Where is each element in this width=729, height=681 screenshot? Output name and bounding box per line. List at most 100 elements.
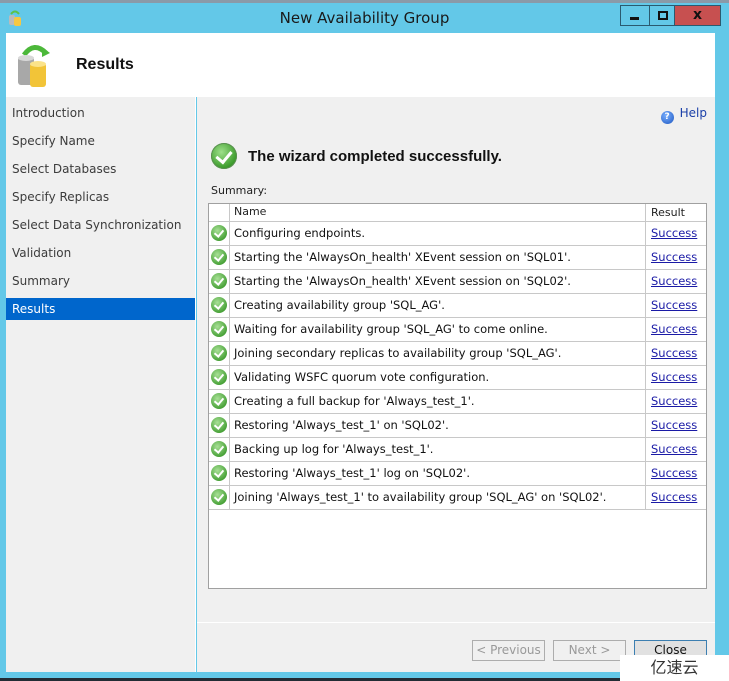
status-cell <box>209 222 230 245</box>
minimize-button[interactable] <box>620 5 649 26</box>
success-link[interactable]: Success <box>651 298 697 312</box>
success-link[interactable]: Success <box>651 418 697 432</box>
success-link[interactable]: Success <box>651 394 697 408</box>
step-name: Creating availability group 'SQL_AG'. <box>234 298 445 312</box>
page-title: Results <box>76 56 134 73</box>
success-message: The wizard completed successfully. <box>248 148 502 165</box>
table-row[interactable]: Starting the 'AlwaysOn_health' XEvent se… <box>209 270 706 294</box>
footer-divider <box>197 622 715 623</box>
result-cell: Success <box>645 390 707 413</box>
result-column-header[interactable]: Result <box>645 204 706 221</box>
result-cell: Success <box>645 414 707 437</box>
table-row[interactable]: Creating a full backup for 'Always_test_… <box>209 390 706 414</box>
success-link[interactable]: Success <box>651 250 697 264</box>
status-cell <box>209 366 230 389</box>
step-name: Validating WSFC quorum vote configuratio… <box>234 370 490 384</box>
help-link[interactable]: ? Help <box>660 106 707 124</box>
success-check-icon <box>211 321 227 337</box>
wizard-steps-nav: Introduction Specify Name Select Databas… <box>6 97 196 672</box>
success-link[interactable]: Success <box>651 322 697 336</box>
step-name: Creating a full backup for 'Always_test_… <box>234 394 475 408</box>
watermark-logo: 亿速云 <box>620 655 729 681</box>
sidebar-item-specify-name[interactable]: Specify Name <box>6 130 195 152</box>
table-row[interactable]: Joining 'Always_test_1' to availability … <box>209 486 706 510</box>
table-row[interactable]: Creating availability group 'SQL_AG'. Suc… <box>209 294 706 318</box>
next-button[interactable]: Next > <box>553 640 626 661</box>
summary-table: Name Result Configuring endpoints. Succes… <box>208 203 707 589</box>
success-link[interactable]: Success <box>651 442 697 456</box>
status-cell <box>209 294 230 317</box>
status-cell <box>209 486 230 509</box>
window-border <box>715 33 729 673</box>
result-cell: Success <box>645 366 707 389</box>
sidebar-item-specify-replicas[interactable]: Specify Replicas <box>6 186 195 208</box>
summary-label: Summary: <box>211 184 268 197</box>
table-row[interactable]: Configuring endpoints. Success <box>209 222 706 246</box>
sidebar-item-introduction[interactable]: Introduction <box>6 102 195 124</box>
sidebar-item-results[interactable]: Results <box>6 298 195 320</box>
success-check-icon <box>211 345 227 361</box>
table-row[interactable]: Joining secondary replicas to availabili… <box>209 342 706 366</box>
status-cell <box>209 462 230 485</box>
success-check-icon <box>211 225 227 241</box>
minimize-icon <box>630 17 639 20</box>
success-link[interactable]: Success <box>651 370 697 384</box>
sidebar-item-select-databases[interactable]: Select Databases <box>6 158 195 180</box>
help-label: Help <box>679 106 707 120</box>
status-cell <box>209 438 230 461</box>
status-cell <box>209 246 230 269</box>
success-link[interactable]: Success <box>651 466 697 480</box>
status-cell <box>209 342 230 365</box>
success-check-icon <box>211 369 227 385</box>
results-panel: ? Help The wizard completed successfully.… <box>197 97 715 672</box>
database-sync-icon <box>18 45 50 87</box>
table-row[interactable]: Starting the 'AlwaysOn_health' XEvent se… <box>209 246 706 270</box>
page-header: Results <box>6 33 715 97</box>
step-name: Waiting for availability group 'SQL_AG' … <box>234 322 548 336</box>
step-name: Starting the 'AlwaysOn_health' XEvent se… <box>234 250 571 264</box>
step-name: Restoring 'Always_test_1' log on 'SQL02'… <box>234 466 470 480</box>
table-row[interactable]: Backing up log for 'Always_test_1'. Succe… <box>209 438 706 462</box>
close-icon: x <box>692 7 703 23</box>
success-check-icon <box>211 465 227 481</box>
success-check-icon <box>211 273 227 289</box>
status-cell <box>209 414 230 437</box>
table-header: Name Result <box>209 204 706 222</box>
help-icon: ? <box>660 111 674 124</box>
sidebar-item-summary[interactable]: Summary <box>6 270 195 292</box>
title-bar[interactable]: New Availability Group x <box>0 3 729 33</box>
status-column-header[interactable] <box>209 204 230 221</box>
success-check-icon <box>211 489 227 505</box>
result-cell: Success <box>645 294 707 317</box>
step-name: Joining 'Always_test_1' to availability … <box>234 490 607 504</box>
sidebar-item-validation[interactable]: Validation <box>6 242 195 264</box>
result-cell: Success <box>645 342 707 365</box>
step-name: Joining secondary replicas to availabili… <box>234 346 562 360</box>
success-link[interactable]: Success <box>651 490 697 504</box>
previous-button[interactable]: < Previous <box>472 640 545 661</box>
success-check-icon <box>211 441 227 457</box>
table-row[interactable]: Restoring 'Always_test_1' on 'SQL02'. Suc… <box>209 414 706 438</box>
success-link[interactable]: Success <box>651 226 697 240</box>
success-link[interactable]: Success <box>651 346 697 360</box>
name-column-header[interactable]: Name <box>234 205 266 218</box>
maximize-button[interactable] <box>649 5 675 26</box>
result-cell: Success <box>645 462 707 485</box>
table-row[interactable]: Waiting for availability group 'SQL_AG' … <box>209 318 706 342</box>
result-cell: Success <box>645 318 707 341</box>
result-cell: Success <box>645 486 707 509</box>
table-row[interactable]: Validating WSFC quorum vote configuratio… <box>209 366 706 390</box>
success-check-icon <box>211 297 227 313</box>
table-row[interactable]: Restoring 'Always_test_1' log on 'SQL02'… <box>209 462 706 486</box>
result-cell: Success <box>645 222 707 245</box>
result-cell: Success <box>645 270 707 293</box>
success-check-icon <box>211 417 227 433</box>
success-check-icon <box>211 143 237 169</box>
success-link[interactable]: Success <box>651 274 697 288</box>
step-name: Backing up log for 'Always_test_1'. <box>234 442 434 456</box>
sidebar-item-select-data-synchronization[interactable]: Select Data Synchronization <box>6 214 195 236</box>
maximize-icon <box>658 11 668 20</box>
status-cell <box>209 318 230 341</box>
close-window-button[interactable]: x <box>675 5 721 26</box>
success-check-icon <box>211 249 227 265</box>
